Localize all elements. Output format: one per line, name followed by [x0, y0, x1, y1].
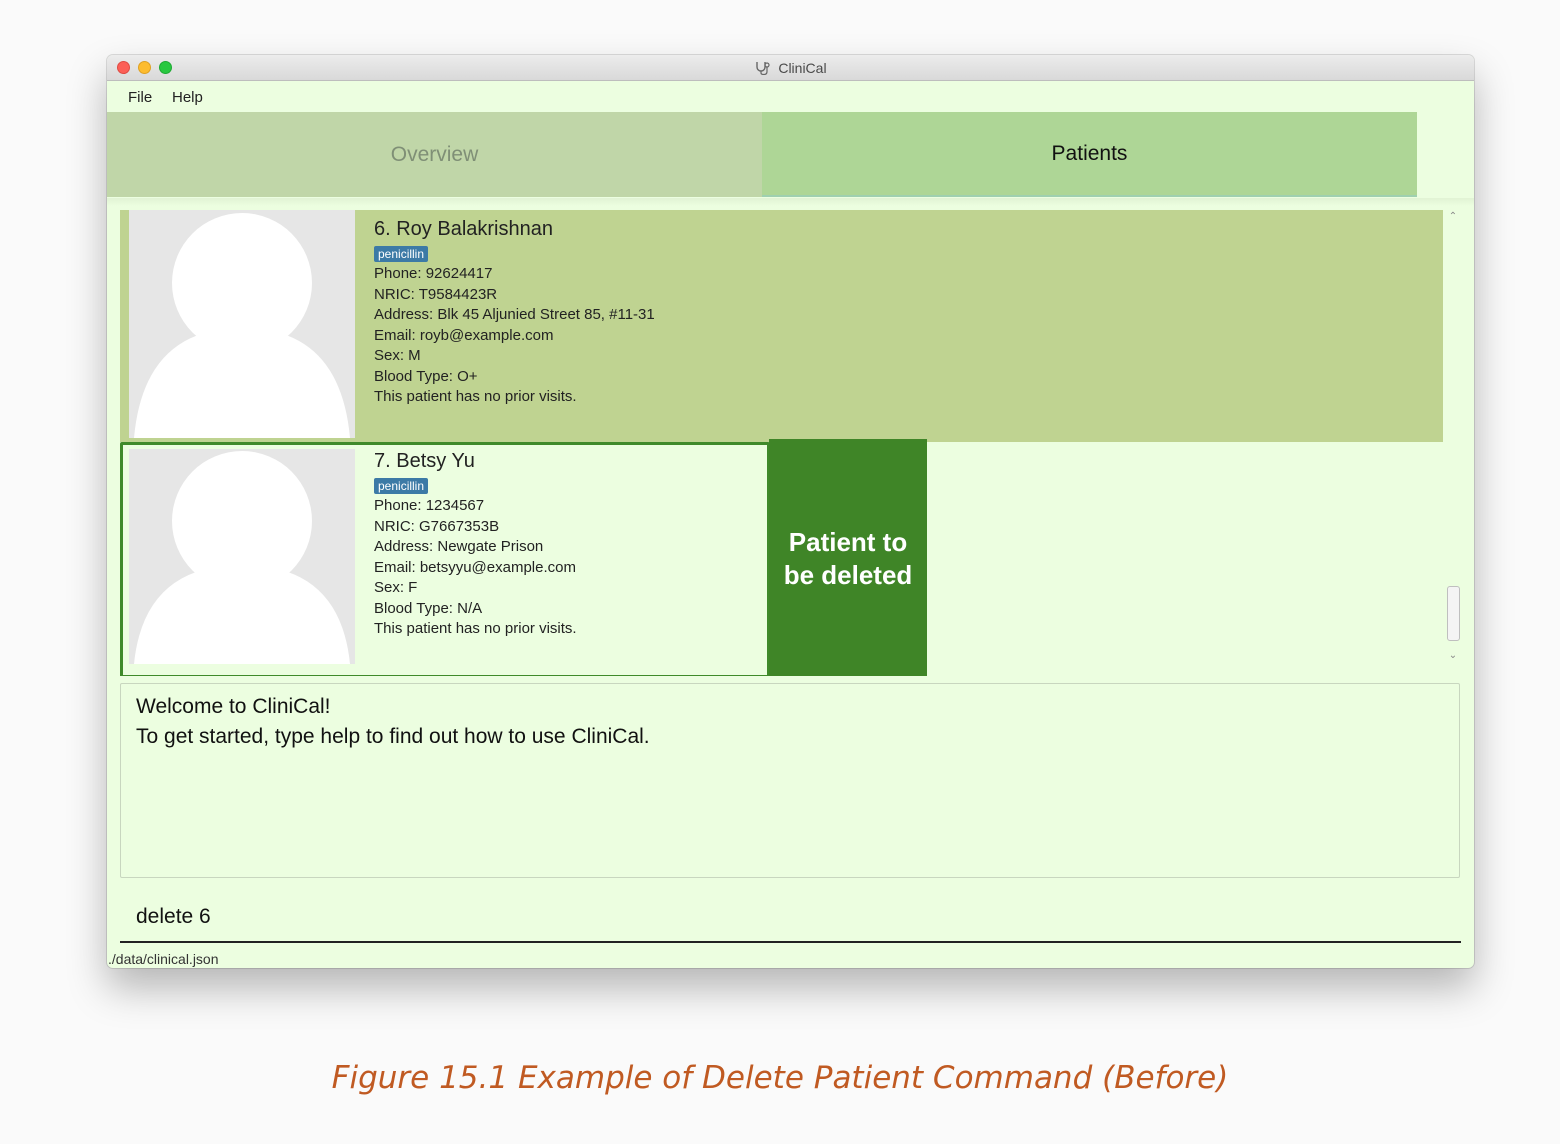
patient-nric: NRIC: T9584423R — [374, 285, 498, 303]
patient-phone: Phone: 92624417 — [374, 265, 493, 282]
window-title: CliniCal — [778, 60, 827, 76]
save-location: ./data/clinical.json — [108, 951, 219, 967]
patient-card[interactable]: 6. Roy Balakrishnan penicillin Phone: 92… — [120, 210, 1443, 442]
status-bar: ./data/clinical.json — [107, 948, 1474, 968]
patient-name: 7. Betsy Yu — [374, 450, 475, 472]
patient-name: 6. Roy Balakrishnan — [374, 218, 553, 240]
patient-phone: Phone: 1234567 — [374, 497, 485, 514]
stethoscope-icon — [756, 62, 771, 75]
menu-bar: File Help — [107, 81, 1474, 111]
avatar — [129, 449, 355, 664]
patient-list[interactable]: 6. Roy Balakrishnan penicillin Phone: 92… — [120, 210, 1443, 676]
allergy-tag: penicillin — [374, 478, 429, 494]
patient-address: Address: Blk 45 Aljunied Street 85, #11-… — [374, 306, 655, 323]
delete-annotation-line1: Patient to — [788, 527, 908, 557]
window-title-group: CliniCal — [107, 60, 1474, 76]
title-bar: CliniCal — [107, 55, 1474, 81]
tab-patients-label: Patients — [1051, 141, 1128, 165]
patient-address: Address: Newgate Prison — [374, 538, 544, 555]
tab-bar: Overview Patients — [107, 112, 1474, 198]
figure-caption: Figure 15.1 Example of Delete Patient Co… — [331, 1060, 1229, 1096]
delete-annotation: Patient to be deleted — [769, 439, 927, 676]
tab-overview-label: Overview — [390, 142, 479, 166]
patient-sex: Sex: M — [374, 347, 421, 364]
patient-details: 6. Roy Balakrishnan penicillin Phone: 92… — [374, 218, 655, 408]
patient-list-scrollbar[interactable]: ⌃ ⌄ — [1445, 210, 1461, 661]
tab-patients[interactable]: Patients — [762, 112, 1417, 197]
menu-file[interactable]: File — [128, 89, 152, 106]
patient-blood-type: Blood Type: N/A — [374, 599, 483, 617]
avatar — [129, 210, 355, 438]
avatar-silhouette-icon — [134, 451, 350, 664]
allergy-tag: penicillin — [374, 246, 429, 262]
patient-nric: NRIC: G7667353B — [374, 517, 500, 535]
scroll-up-icon[interactable]: ⌃ — [1447, 212, 1459, 222]
patient-email: Email: royb@example.com — [374, 326, 554, 344]
app-window: CliniCal File Help Overview Patients 6. … — [107, 55, 1474, 968]
result-display: Welcome to CliniCal! To get started, typ… — [120, 683, 1460, 878]
command-input[interactable]: delete 6 — [136, 905, 211, 929]
avatar-silhouette-icon — [134, 213, 350, 438]
scroll-thumb[interactable] — [1447, 586, 1460, 641]
patient-card[interactable]: 7. Betsy Yu penicillin Phone: 1234567 NR… — [120, 439, 1443, 676]
scroll-down-icon[interactable]: ⌄ — [1447, 651, 1459, 661]
patient-email: Email: betsyyu@example.com — [374, 558, 576, 576]
result-line-1: Welcome to CliniCal! — [136, 695, 331, 718]
patient-sex: Sex: F — [374, 579, 418, 596]
patient-visits: This patient has no prior visits. — [374, 620, 577, 637]
tab-overview[interactable]: Overview — [107, 112, 762, 197]
delete-annotation-line2: be deleted — [783, 560, 913, 590]
patient-blood-type: Blood Type: O+ — [374, 367, 478, 385]
menu-help[interactable]: Help — [172, 89, 203, 106]
tab-divider — [107, 198, 1474, 206]
patient-visits: This patient has no prior visits. — [374, 388, 577, 405]
patient-details: 7. Betsy Yu penicillin Phone: 1234567 NR… — [374, 450, 577, 640]
result-line-2: To get started, type help to find out ho… — [136, 725, 650, 748]
command-box[interactable]: delete 6 — [120, 895, 1461, 943]
